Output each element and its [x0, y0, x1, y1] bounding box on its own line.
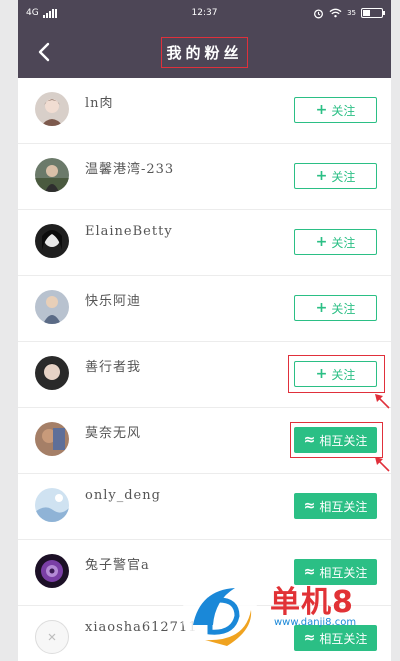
- follow-button[interactable]: + 关注: [294, 229, 377, 255]
- mutual-icon: ≈: [303, 498, 316, 514]
- follow-button[interactable]: + 关注: [294, 295, 377, 321]
- battery-percent: 35: [347, 9, 356, 17]
- fan-name: only_deng: [85, 488, 161, 503]
- annotation-arrow-icon: [375, 394, 390, 409]
- fan-name: 莫奈无风: [85, 426, 142, 441]
- follow-label: 关注: [331, 301, 356, 316]
- fan-name: 兔子警官a: [85, 558, 150, 573]
- avatar[interactable]: [35, 488, 69, 522]
- alarm-icon: [314, 8, 324, 18]
- title-highlight-box: 我的粉丝: [161, 36, 248, 68]
- avatar[interactable]: [35, 356, 69, 390]
- fan-name: ln肉: [85, 96, 114, 111]
- network-label: 4G: [26, 8, 39, 18]
- avatar[interactable]: [35, 620, 69, 654]
- mutual-follow-button[interactable]: ≈ 相互关注: [294, 493, 377, 519]
- follow-label: 关注: [331, 367, 356, 382]
- brand-name: 单机8: [270, 585, 354, 620]
- list-item[interactable]: 善行者我 + 关注: [18, 342, 391, 408]
- avatar[interactable]: [35, 290, 69, 324]
- avatar[interactable]: [35, 224, 69, 258]
- follow-label: 关注: [331, 235, 356, 250]
- follow-label: 关注: [331, 103, 356, 118]
- plus-icon: +: [315, 300, 328, 316]
- follow-label: 关注: [331, 169, 356, 184]
- plus-icon: +: [315, 234, 328, 250]
- list-item[interactable]: 莫奈无风 ≈ 相互关注: [18, 408, 391, 474]
- list-item[interactable]: 快乐阿迪 + 关注: [18, 276, 391, 342]
- battery-icon: [361, 8, 385, 18]
- fan-name: 快乐阿迪: [85, 294, 142, 309]
- plus-icon: +: [315, 366, 328, 382]
- close-icon: [48, 633, 56, 641]
- chevron-left-icon: [38, 42, 50, 62]
- back-button[interactable]: [30, 38, 58, 66]
- fan-name: ElaineBetty: [85, 224, 173, 239]
- list-item[interactable]: ElaineBetty + 关注: [18, 210, 391, 276]
- page-title: 我的粉丝: [166, 43, 243, 62]
- list-item[interactable]: only_deng ≈ 相互关注: [18, 474, 391, 540]
- fan-name: 善行者我: [85, 360, 142, 375]
- follow-button[interactable]: + 关注: [294, 361, 377, 387]
- mutual-icon: ≈: [303, 432, 316, 448]
- signal-icon: [42, 8, 57, 18]
- avatar[interactable]: [35, 158, 69, 192]
- avatar[interactable]: [35, 422, 69, 456]
- fan-name: 温馨港湾-233: [85, 162, 175, 177]
- follow-button[interactable]: + 关注: [294, 163, 377, 189]
- status-bar: 4G 12:37 35: [18, 0, 391, 26]
- phone-screen: 4G 12:37 35 我的粉丝 ln肉 + 关注 温馨港湾-233 + 关注 …: [18, 0, 391, 661]
- navigation-bar: 我的粉丝: [18, 26, 391, 78]
- plus-icon: +: [315, 168, 328, 184]
- follow-button[interactable]: + 关注: [294, 97, 377, 123]
- mutual-follow-label: 相互关注: [319, 499, 368, 514]
- list-item[interactable]: 温馨港湾-233 + 关注: [18, 144, 391, 210]
- annotation-arrow-icon: [375, 457, 390, 472]
- brand-url: www.danji8.com: [274, 617, 357, 628]
- avatar[interactable]: [35, 92, 69, 126]
- mutual-follow-button[interactable]: ≈ 相互关注: [294, 427, 377, 453]
- wifi-icon: [329, 8, 342, 18]
- avatar[interactable]: [35, 554, 69, 588]
- list-item[interactable]: ln肉 + 关注: [18, 78, 391, 144]
- plus-icon: +: [315, 102, 328, 118]
- mutual-follow-label: 相互关注: [319, 433, 368, 448]
